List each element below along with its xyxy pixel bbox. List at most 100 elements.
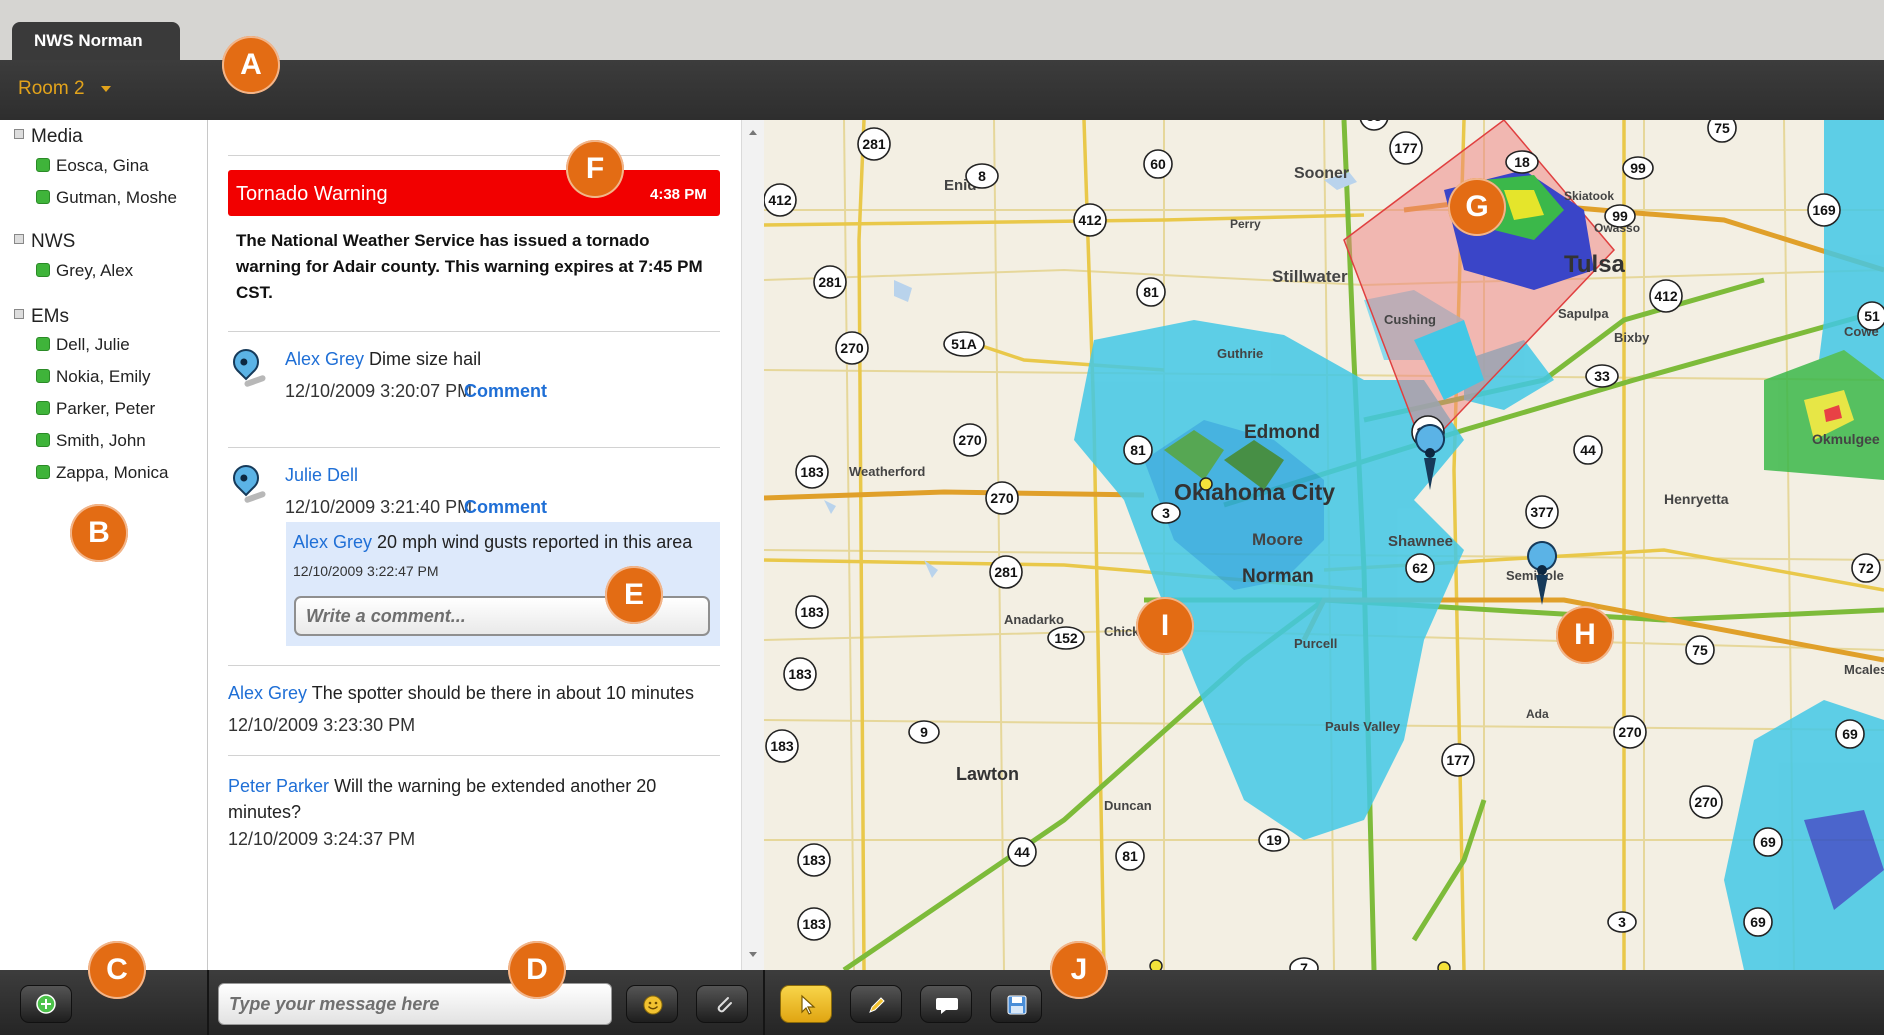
chat-message: Julie Dell (285, 465, 358, 486)
message-timestamp: 12/10/2009 3:20:07 PM (285, 381, 473, 401)
collapse-icon[interactable] (14, 129, 24, 139)
scroll-up-icon[interactable] (749, 130, 757, 135)
save-map-button[interactable] (990, 985, 1042, 1023)
roster-member[interactable]: Zappa, Monica (36, 463, 168, 483)
callout-b: B (70, 504, 128, 562)
tab-nws-norman[interactable]: NWS Norman (12, 22, 180, 62)
svg-text:Bixby: Bixby (1614, 330, 1650, 345)
svg-text:183: 183 (788, 666, 812, 682)
speech-bubble-icon (936, 998, 958, 1014)
reply-author[interactable]: Alex Grey (293, 532, 372, 552)
svg-text:270: 270 (990, 490, 1014, 506)
svg-text:183: 183 (800, 464, 824, 480)
svg-text:69: 69 (1750, 914, 1766, 930)
roster-member[interactable]: Parker, Peter (36, 399, 155, 419)
message-author[interactable]: Alex Grey (228, 683, 307, 703)
message-timestamp: 12/10/2009 3:21:40 PM (285, 497, 473, 517)
member-name: Zappa, Monica (56, 463, 169, 482)
svg-text:60: 60 (1150, 156, 1166, 172)
callout-j: J (1050, 941, 1108, 999)
svg-text:183: 183 (802, 852, 826, 868)
svg-text:3: 3 (1618, 914, 1626, 930)
svg-text:Purcell: Purcell (1294, 636, 1337, 651)
member-name: Nokia, Emily (56, 367, 151, 386)
message-author[interactable]: Peter Parker (228, 776, 329, 796)
weather-map[interactable]: Enid Perry Stillwater Tulsa Owasso Skiat… (764, 120, 1884, 970)
collapse-icon[interactable] (14, 309, 24, 319)
svg-text:Seminole: Seminole (1506, 568, 1564, 583)
roster-member[interactable]: Dell, Julie (36, 335, 130, 355)
online-status-icon (36, 465, 50, 479)
svg-text:412: 412 (1654, 288, 1678, 304)
svg-text:69: 69 (1842, 726, 1858, 742)
roster-member[interactable]: Eosca, Gina (36, 156, 149, 176)
roster-member[interactable]: Gutman, Moshe (36, 188, 177, 208)
svg-text:Okmulgee: Okmulgee (1812, 431, 1880, 447)
svg-text:Henryetta: Henryetta (1664, 491, 1729, 507)
roster-group-ems[interactable]: EMs (14, 306, 69, 328)
svg-text:Tulsa: Tulsa (1564, 251, 1626, 278)
add-contact-icon (36, 994, 56, 1014)
pointer-tool-button[interactable] (780, 985, 832, 1023)
svg-text:Moore: Moore (1252, 530, 1303, 549)
svg-text:69: 69 (1760, 834, 1776, 850)
svg-text:Sooner: Sooner (1294, 165, 1349, 182)
smiley-icon (643, 995, 663, 1015)
comment-link[interactable]: Comment (464, 497, 547, 518)
chevron-down-icon[interactable] (101, 86, 111, 92)
svg-text:270: 270 (958, 432, 982, 448)
reply-text: 20 mph wind gusts reported in this area (377, 532, 693, 552)
attach-icon (717, 997, 732, 1013)
online-status-icon (36, 369, 50, 383)
svg-text:Shawnee: Shawnee (1388, 533, 1453, 550)
online-status-icon (36, 401, 50, 415)
room-selector[interactable]: Room 2 (18, 78, 85, 100)
collapse-icon[interactable] (14, 234, 24, 244)
roster-group-media[interactable]: Media (14, 126, 83, 148)
chat-message: Peter Parker Will the warning be extende… (228, 773, 698, 825)
svg-text:183: 183 (800, 604, 824, 620)
svg-text:281: 281 (818, 274, 842, 290)
svg-text:152: 152 (1054, 630, 1078, 646)
svg-text:270: 270 (1694, 794, 1718, 810)
svg-text:412: 412 (1078, 212, 1102, 228)
svg-text:9: 9 (920, 724, 928, 740)
pencil-icon (869, 997, 885, 1013)
svg-text:Pauls Valley: Pauls Valley (1325, 719, 1401, 734)
divider (228, 155, 720, 156)
roster-member[interactable]: Smith, John (36, 431, 146, 451)
divider (228, 755, 720, 756)
chat-scrollbar[interactable] (741, 120, 765, 970)
svg-text:412: 412 (768, 192, 792, 208)
tab-strip (0, 0, 1884, 60)
chat-message: Alex Grey The spotter should be there in… (228, 683, 720, 704)
svg-text:Norman: Norman (1242, 566, 1314, 587)
svg-text:8: 8 (978, 168, 986, 184)
svg-text:75: 75 (1692, 642, 1708, 658)
svg-text:19: 19 (1266, 832, 1282, 848)
roster-member[interactable]: Nokia, Emily (36, 367, 150, 387)
svg-text:81: 81 (1130, 442, 1146, 458)
save-disk-icon (1007, 995, 1027, 1015)
callout-f: F (566, 140, 624, 198)
draw-tool-button[interactable] (850, 985, 902, 1023)
roster-member[interactable]: Grey, Alex (36, 261, 133, 281)
map-canvas[interactable]: Enid Perry Stillwater Tulsa Owasso Skiat… (764, 120, 1884, 970)
scroll-down-icon[interactable] (749, 952, 757, 957)
callout-d: D (508, 941, 566, 999)
reply-message: Alex Grey 20 mph wind gusts reported in … (293, 532, 692, 553)
roster-group-nws[interactable]: NWS (14, 231, 75, 253)
svg-text:Anadarko: Anadarko (1004, 612, 1064, 627)
svg-text:75: 75 (1714, 120, 1730, 136)
attach-button[interactable] (696, 985, 748, 1023)
comment-link[interactable]: Comment (464, 381, 547, 402)
annotate-tool-button[interactable] (920, 985, 972, 1023)
svg-text:Oklahoma City: Oklahoma City (1174, 479, 1335, 505)
svg-text:Guthrie: Guthrie (1217, 346, 1263, 361)
svg-text:7: 7 (1300, 960, 1308, 970)
message-author[interactable]: Alex Grey (285, 349, 364, 369)
svg-text:Mcalester: Mcalester (1844, 662, 1884, 677)
message-author[interactable]: Julie Dell (285, 465, 358, 485)
emoji-button[interactable] (626, 985, 678, 1023)
add-contact-button[interactable] (20, 985, 72, 1023)
